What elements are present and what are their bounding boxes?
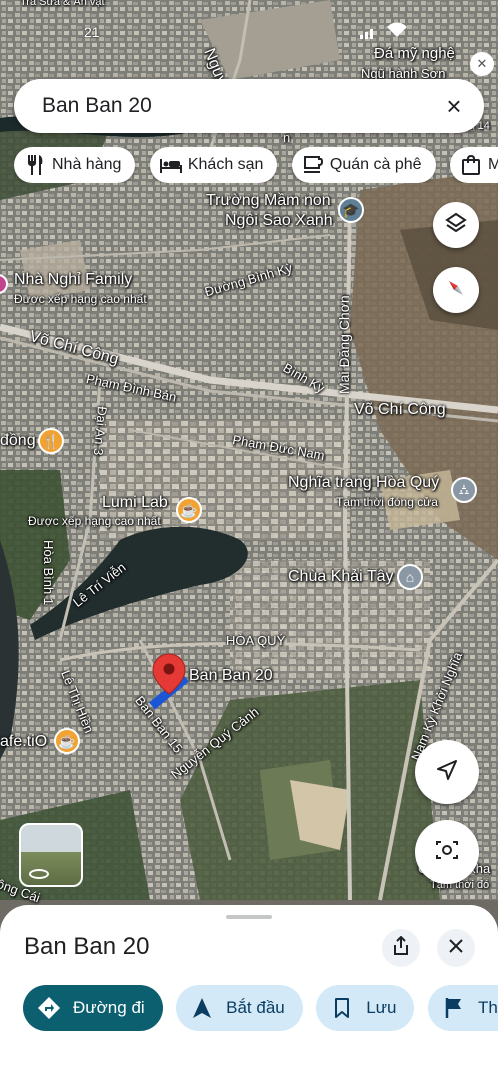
map-label-nha-nghi-family: Nhà Nghỉ Family xyxy=(14,271,133,288)
map-label-hoa-binh: Hòa Bình 1 xyxy=(41,540,56,606)
shopping-bag-icon xyxy=(460,154,482,176)
save-label: Lưu xyxy=(366,998,397,1017)
map-label-ngoi-sao-xanh: Ngôi Sao Xanh xyxy=(225,212,333,229)
start-label: Bắt đầu xyxy=(226,998,285,1017)
camera-search-icon xyxy=(435,839,459,866)
map-label-lumi-lab-sub: Được xếp hạng cao nhất xyxy=(28,514,161,528)
map-label-cafe-tio: afe.tiO xyxy=(0,733,48,750)
map-label-pin: Ban Ban 20 xyxy=(189,667,273,684)
cafe-pin-icon[interactable]: ☕ xyxy=(176,497,202,523)
chip-shopping[interactable]: Mu xyxy=(449,147,498,183)
search-query[interactable]: Ban Ban 20 xyxy=(42,94,432,118)
layers-icon xyxy=(445,212,467,239)
action-buttons: Đường đi Bắt đầu Lưu Thên xyxy=(23,985,498,1031)
save-button[interactable]: Lưu xyxy=(316,985,415,1031)
directions-icon xyxy=(37,996,61,1020)
map-label-vo-chi-cong-2: Võ Chí Công xyxy=(354,401,446,418)
my-location-button[interactable] xyxy=(415,740,479,804)
place-title: Ban Ban 20 xyxy=(24,933,150,960)
map-label-hoa-quy: HÒA QUÝ xyxy=(226,633,286,648)
compass-icon xyxy=(445,277,467,304)
temple-icon[interactable]: ⌂ xyxy=(397,564,423,590)
map-label-dong: đồng xyxy=(0,432,36,449)
navigation-arrow-icon xyxy=(190,996,214,1020)
wifi-icon xyxy=(386,22,408,43)
map-label-nghia-trang-sub: Tạm thời đóng cửa xyxy=(336,495,438,509)
chip-cafe-label: Quán cà phê xyxy=(329,156,422,173)
flag-icon xyxy=(442,996,466,1020)
map-label-lumi-lab: Lumi Lab xyxy=(102,494,168,511)
clear-search-icon[interactable]: × xyxy=(432,84,476,128)
add-label-label: Thên xyxy=(477,998,498,1017)
drag-handle[interactable] xyxy=(226,915,272,919)
chip-shopping-label: Mu xyxy=(487,156,498,173)
chip-hotel-label: Khách sạn xyxy=(187,156,264,173)
hotel-icon xyxy=(159,154,182,176)
map-label-nghia-trang: Nghĩa trang Hòa Quý xyxy=(288,474,440,491)
add-label-button[interactable]: Thên xyxy=(427,985,498,1031)
directions-button[interactable]: Đường đi xyxy=(23,985,163,1031)
map-app-icon[interactable]: ✕ xyxy=(470,52,494,76)
map-label-truong-mam-non: Trường Mầm non xyxy=(206,192,331,209)
chip-restaurant-label: Nhà hàng xyxy=(52,156,122,173)
map-label-mai-dang-chon: Mai Đăng Chơn xyxy=(336,295,352,394)
lens-button[interactable] xyxy=(415,820,479,884)
chip-hotel[interactable]: Khách sạn xyxy=(149,147,278,183)
restaurant-icon xyxy=(24,154,46,176)
close-sheet-button[interactable] xyxy=(437,929,475,967)
category-chips: Nhà hàng Khách sạn Quán cà phê Mu xyxy=(14,147,498,183)
directions-label: Đường đi xyxy=(73,998,145,1017)
compass-button[interactable] xyxy=(433,267,479,313)
share-icon xyxy=(393,935,409,961)
chip-cafe[interactable]: Quán cà phê xyxy=(291,147,436,183)
status-bar: 21 ✕ xyxy=(0,0,498,76)
cafe-tio-pin-icon[interactable]: ☕ xyxy=(54,728,80,754)
place-sheet[interactable]: Ban Ban 20 Đường đi Bắt đầu Lưu Th xyxy=(0,905,498,1080)
chip-restaurant[interactable]: Nhà hàng xyxy=(14,147,136,183)
cafe-icon xyxy=(302,154,324,176)
search-bar[interactable]: Ban Ban 20 × xyxy=(14,79,484,133)
close-icon xyxy=(449,938,463,958)
navigation-icon xyxy=(435,758,459,787)
start-button[interactable]: Bắt đầu xyxy=(176,985,303,1031)
map-label-chua-khai-tay: Chùa Khải Tây xyxy=(288,568,394,585)
layers-button[interactable] xyxy=(433,202,479,248)
restaurant-pin-icon[interactable]: 🍴 xyxy=(38,428,64,454)
cemetery-icon[interactable]: ⛼ xyxy=(451,477,477,503)
street-view-icon xyxy=(29,869,49,879)
street-view-thumbnail[interactable] xyxy=(19,823,83,887)
share-button[interactable] xyxy=(382,929,420,967)
signal-icon xyxy=(360,26,376,44)
map-label-da-my-nghe: Đá mỹ nghệ xyxy=(374,45,455,62)
bookmark-icon xyxy=(330,996,354,1020)
school-icon[interactable]: 🎓 xyxy=(338,197,364,223)
notification-count: 21 xyxy=(84,24,100,40)
map-label-nha-nghi-sub: Được xếp hạng cao nhất xyxy=(14,292,147,306)
